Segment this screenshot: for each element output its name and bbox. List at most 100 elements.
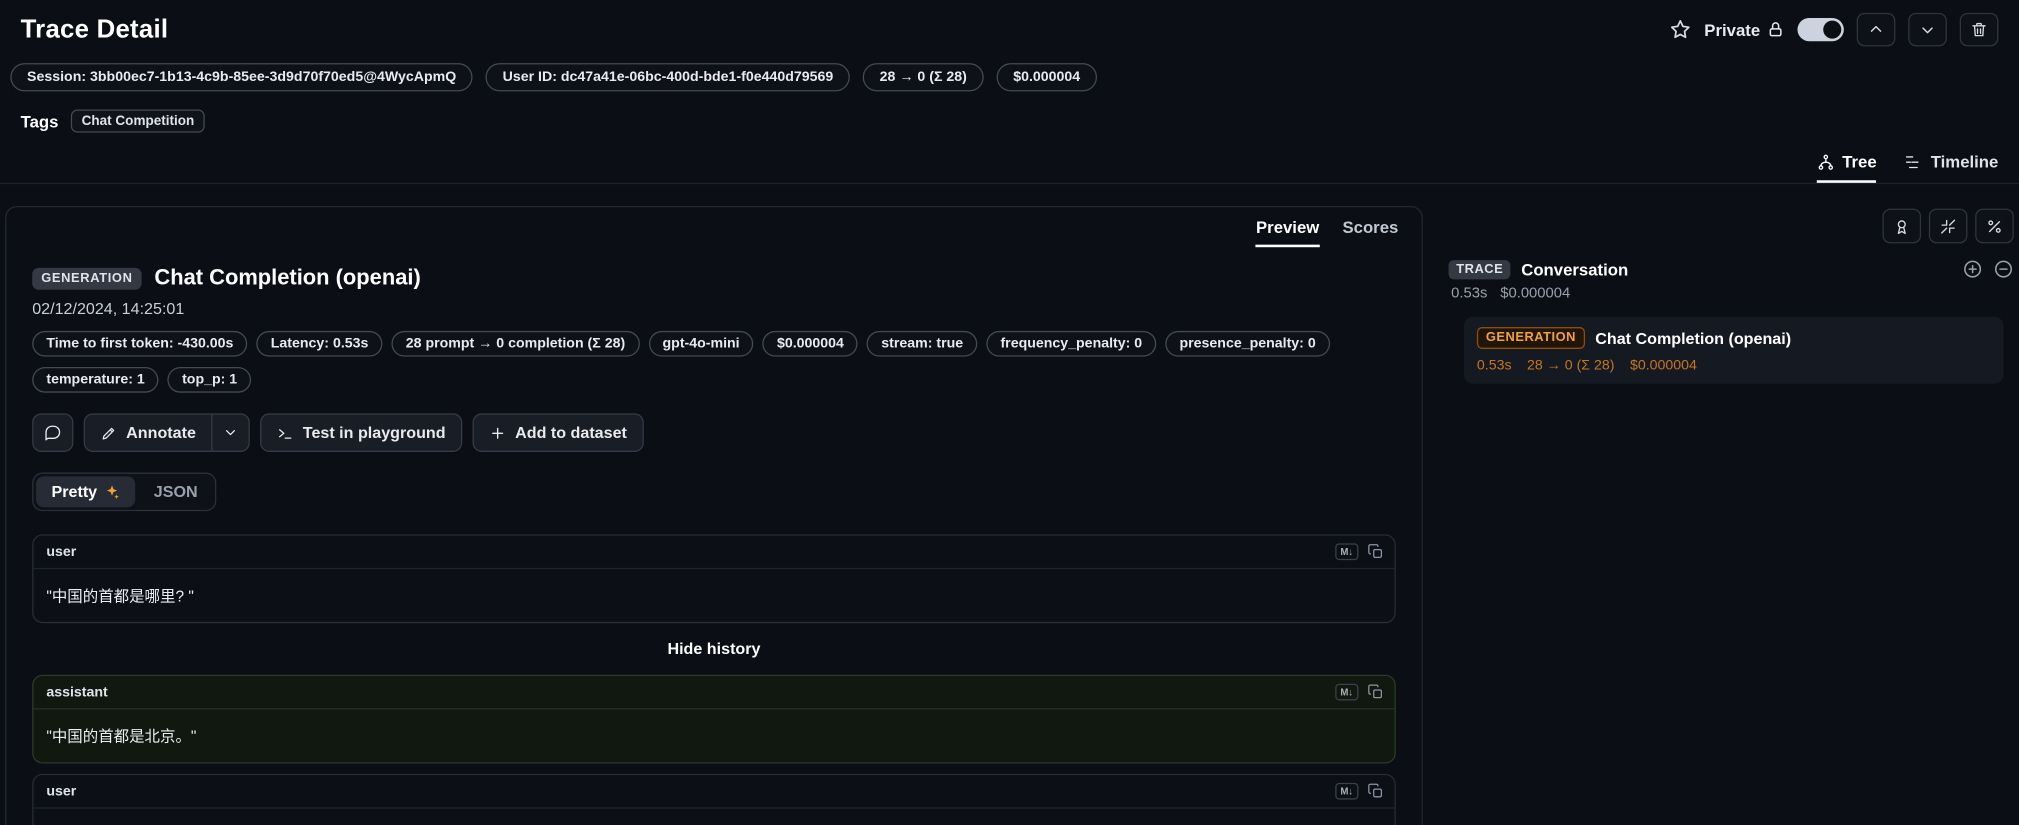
test-in-playground-button[interactable]: Test in playground bbox=[260, 413, 462, 452]
lock-icon bbox=[1767, 21, 1785, 39]
observation-timestamp: 02/12/2024, 14:25:01 bbox=[32, 300, 1396, 318]
minus-circle-icon bbox=[1993, 259, 2014, 280]
annotate-label: Annotate bbox=[126, 424, 196, 442]
add-to-dataset-label: Add to dataset bbox=[515, 424, 627, 442]
tree-toolbar bbox=[1449, 209, 2014, 244]
tag-badge[interactable]: Chat Competition bbox=[71, 109, 204, 132]
format-json-button[interactable]: JSON bbox=[138, 476, 213, 507]
tree-node-generation[interactable]: GENERATION Chat Completion (openai) 0.53… bbox=[1464, 317, 2004, 384]
message-header: user M↓ bbox=[33, 536, 1394, 569]
panel-tabs: Preview Scores bbox=[6, 207, 1421, 247]
add-to-dataset-button[interactable]: Add to dataset bbox=[473, 413, 644, 452]
message-header: user M↓ bbox=[33, 775, 1394, 808]
sparkle-icon bbox=[105, 484, 120, 499]
hide-history-button[interactable]: Hide history bbox=[32, 640, 1396, 658]
annotate-button[interactable]: Annotate bbox=[85, 415, 211, 451]
tab-timeline[interactable]: Timeline bbox=[1905, 152, 1998, 183]
trace-tree-panel: TRACE Conversation 0.53s $0.000004 bbox=[1449, 206, 2014, 384]
tags-label: Tags bbox=[21, 111, 59, 130]
percent-icon bbox=[1985, 217, 2003, 235]
award-icon bbox=[1893, 217, 1911, 235]
user-id-pill[interactable]: User ID: dc47a41e-06bc-400d-bde1-f0e440d… bbox=[486, 63, 850, 91]
markdown-icon[interactable]: M↓ bbox=[1335, 543, 1358, 560]
message-content: "中国的首都是北京。" bbox=[33, 709, 1394, 762]
tab-scores[interactable]: Scores bbox=[1342, 218, 1398, 248]
tree-node-title: Chat Completion (openai) bbox=[1595, 329, 1791, 347]
observation-panel: Preview Scores GENERATION Chat Completio… bbox=[5, 206, 1423, 825]
next-trace-button[interactable] bbox=[1908, 13, 1947, 46]
terminal-icon bbox=[277, 424, 294, 441]
message-header: assistant M↓ bbox=[33, 676, 1394, 709]
node-cost: $0.000004 bbox=[1630, 358, 1697, 373]
message-content: "谢谢" bbox=[33, 809, 1394, 825]
pill-cost: $0.000004 bbox=[763, 331, 858, 357]
collapse-all-button[interactable] bbox=[1929, 209, 1968, 244]
comment-button[interactable] bbox=[32, 413, 73, 452]
observation-actions: Annotate Test in playground bbox=[32, 413, 1396, 452]
message-card-user-2: user M↓ "谢谢" bbox=[32, 774, 1396, 825]
toggle-knob bbox=[1823, 21, 1841, 39]
panel-body: GENERATION Chat Completion (openai) 02/1… bbox=[6, 247, 1421, 825]
pill-top-p: top_p: 1 bbox=[168, 367, 251, 393]
message-list: user M↓ "中国的首都是哪里? " Hide history bbox=[32, 534, 1396, 825]
pill-temperature: temperature: 1 bbox=[32, 367, 159, 393]
message-role: user bbox=[46, 784, 76, 799]
page-title: Trace Detail bbox=[21, 15, 169, 45]
trace-root-row[interactable]: TRACE Conversation bbox=[1449, 259, 2014, 280]
tree-node-metrics: 0.53s 28 → 0 (Σ 28) $0.000004 bbox=[1477, 358, 1991, 373]
message-card-user-1: user M↓ "中国的首都是哪里? " bbox=[32, 534, 1396, 623]
copy-icon[interactable] bbox=[1367, 684, 1384, 701]
trash-icon bbox=[1970, 21, 1988, 39]
chevron-up-icon bbox=[1867, 21, 1885, 39]
message-header-icons: M↓ bbox=[1335, 783, 1384, 800]
generation-badge: GENERATION bbox=[1477, 327, 1585, 349]
comment-icon bbox=[44, 424, 62, 442]
pencil-icon bbox=[100, 424, 117, 441]
generation-type-badge: GENERATION bbox=[32, 267, 141, 289]
message-header-icons: M↓ bbox=[1335, 543, 1384, 560]
star-icon bbox=[1668, 18, 1691, 41]
markdown-icon[interactable]: M↓ bbox=[1335, 684, 1358, 701]
top-bar-actions: Private bbox=[1668, 13, 1998, 46]
prev-trace-button[interactable] bbox=[1857, 13, 1896, 46]
collapse-node-button[interactable] bbox=[1993, 259, 2014, 280]
annotate-dropdown-button[interactable] bbox=[211, 415, 248, 451]
test-in-playground-label: Test in playground bbox=[303, 424, 446, 442]
annotate-split-button: Annotate bbox=[84, 413, 250, 452]
privacy-label: Private bbox=[1704, 20, 1760, 39]
cost-pill: $0.000004 bbox=[996, 63, 1096, 91]
expand-node-button[interactable] bbox=[1962, 259, 1983, 280]
message-header-icons: M↓ bbox=[1335, 684, 1384, 701]
star-button[interactable] bbox=[1668, 18, 1691, 41]
main-content: Preview Scores GENERATION Chat Completio… bbox=[0, 206, 2019, 825]
node-latency: 0.53s bbox=[1477, 358, 1512, 373]
node-tokens: 28 → 0 (Σ 28) bbox=[1527, 358, 1614, 373]
privacy-indicator: Private bbox=[1704, 20, 1784, 39]
scores-toggle-button[interactable] bbox=[1882, 209, 1921, 244]
markdown-icon[interactable]: M↓ bbox=[1335, 783, 1358, 800]
trace-meta-row: Session: 3bb00ec7-1b13-4c9b-85ee-3d9d70f… bbox=[0, 63, 2019, 91]
pill-model[interactable]: gpt-4o-mini bbox=[648, 331, 753, 357]
copy-icon[interactable] bbox=[1367, 783, 1384, 800]
pill-frequency-penalty: frequency_penalty: 0 bbox=[986, 331, 1156, 357]
plus-icon bbox=[489, 424, 506, 441]
tab-preview[interactable]: Preview bbox=[1256, 218, 1319, 248]
trace-latency: 0.53s bbox=[1451, 286, 1487, 301]
view-tabs: Tree Timeline bbox=[0, 145, 2019, 184]
pill-latency: Latency: 0.53s bbox=[257, 331, 383, 357]
pill-presence-penalty: presence_penalty: 0 bbox=[1165, 331, 1330, 357]
tree-icon bbox=[1816, 153, 1834, 171]
pill-time-to-first-token: Time to first token: -430.00s bbox=[32, 331, 247, 357]
format-pretty-label: Pretty bbox=[52, 483, 98, 501]
pill-token-usage: 28 prompt → 0 completion (Σ 28) bbox=[392, 331, 640, 357]
session-pill[interactable]: Session: 3bb00ec7-1b13-4c9b-85ee-3d9d70f… bbox=[10, 63, 473, 91]
tab-tree[interactable]: Tree bbox=[1816, 152, 1876, 183]
format-pretty-button[interactable]: Pretty bbox=[36, 476, 136, 507]
metrics-toggle-button[interactable] bbox=[1975, 209, 2014, 244]
delete-trace-button[interactable] bbox=[1960, 13, 1999, 46]
observation-title: Chat Completion (openai) bbox=[154, 265, 420, 291]
privacy-toggle[interactable] bbox=[1797, 18, 1843, 41]
copy-icon[interactable] bbox=[1367, 543, 1384, 560]
trace-title: Conversation bbox=[1521, 259, 1628, 278]
tab-timeline-label: Timeline bbox=[1931, 152, 1999, 171]
